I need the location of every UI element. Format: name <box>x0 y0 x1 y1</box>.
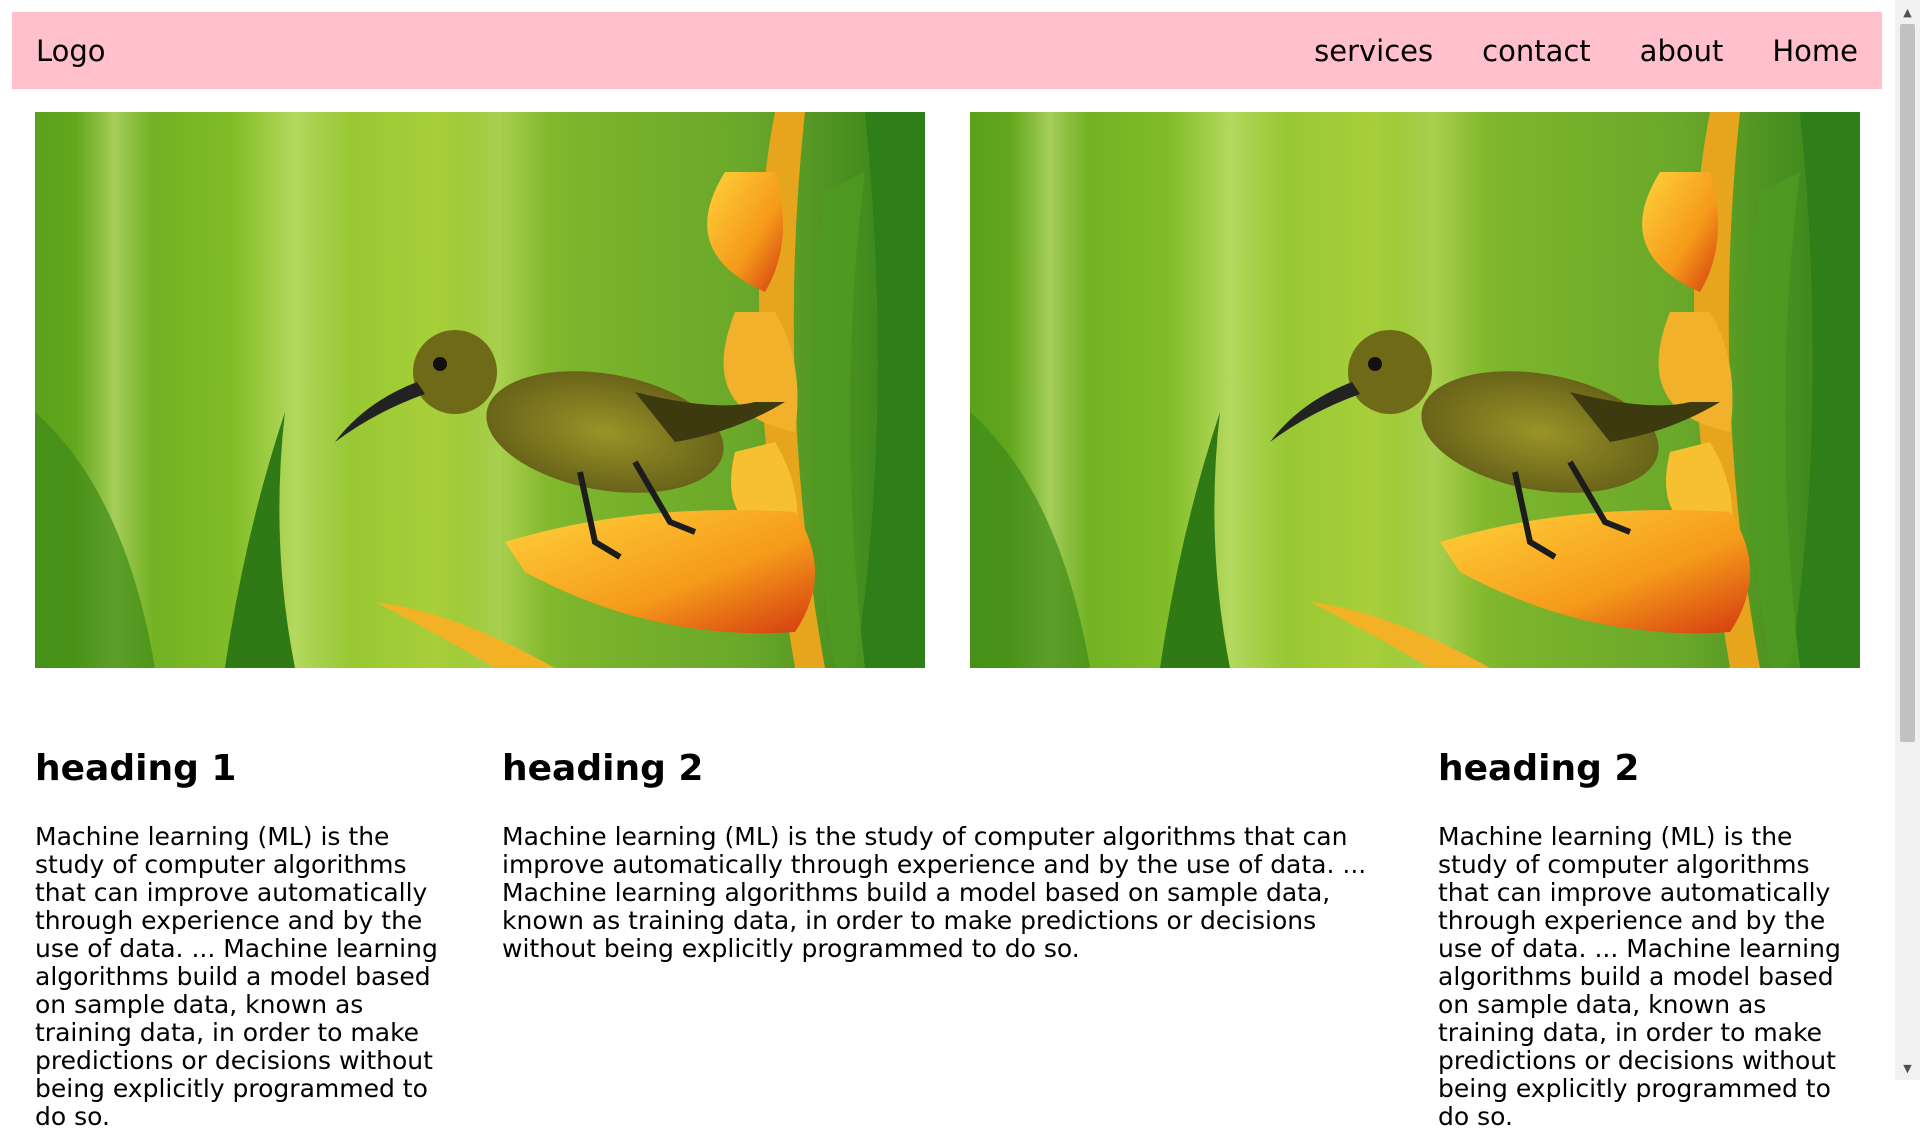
scroll-thumb[interactable] <box>1900 24 1915 742</box>
navbar: Logo services contact about Home <box>12 12 1882 89</box>
nav-link-home[interactable]: Home <box>1772 34 1858 68</box>
column-heading: heading 1 <box>35 748 237 789</box>
column-text: Machine learning (ML) is the study of co… <box>502 822 1367 963</box>
bird-photo-illustration <box>35 112 925 668</box>
content-column-2: heading 2 Machine learning (ML) is the s… <box>502 745 1412 963</box>
scroll-down-arrow-icon[interactable]: ▼ <box>1895 1058 1920 1078</box>
column-heading: heading 2 <box>502 748 704 789</box>
logo[interactable]: Logo <box>36 34 106 68</box>
bird-photo-illustration <box>970 112 1860 668</box>
nav-links: services contact about Home <box>1314 34 1858 68</box>
scroll-up-arrow-icon[interactable]: ▲ <box>1895 2 1920 22</box>
bird-image-2 <box>970 112 1860 668</box>
nav-link-contact[interactable]: contact <box>1482 34 1591 68</box>
vertical-scrollbar[interactable]: ▲ ▼ <box>1895 0 1920 1080</box>
column-text: Machine learning (ML) is the study of co… <box>1438 822 1841 1131</box>
bird-image-1 <box>35 112 925 668</box>
nav-link-about[interactable]: about <box>1640 34 1724 68</box>
content-column-1: heading 1 Machine learning (ML) is the s… <box>35 745 455 1131</box>
nav-link-services[interactable]: services <box>1314 34 1433 68</box>
column-text: Machine learning (ML) is the study of co… <box>35 822 438 1131</box>
content-column-3: heading 2 Machine learning (ML) is the s… <box>1438 745 1858 1131</box>
page: Logo services contact about Home heading… <box>0 0 1920 1131</box>
column-heading: heading 2 <box>1438 748 1640 789</box>
